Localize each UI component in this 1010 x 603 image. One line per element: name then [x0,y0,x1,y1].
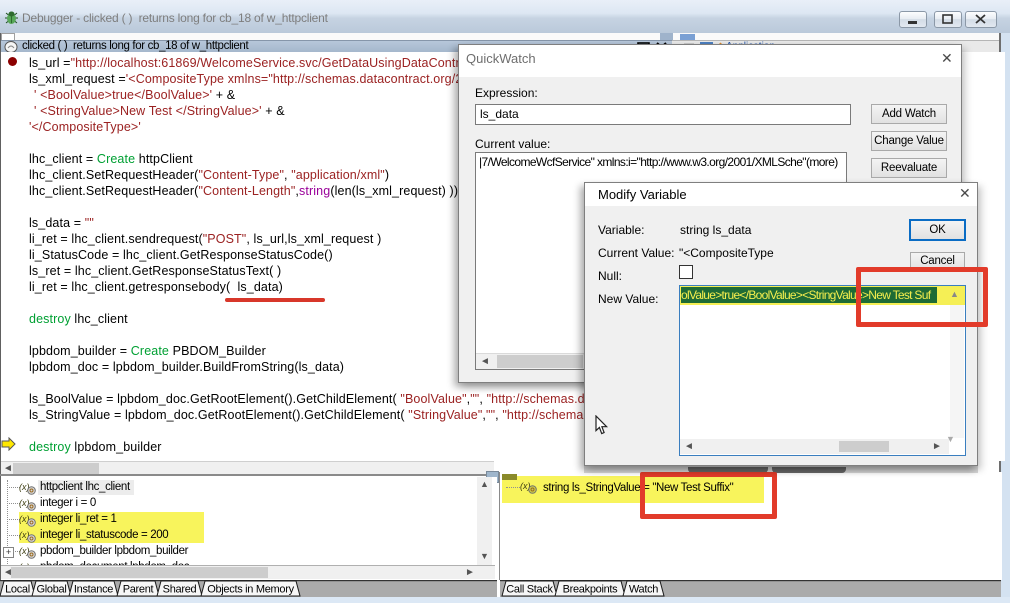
svg-text:Watch: Watch [629,584,658,596]
svg-text:Instance: Instance [74,584,113,596]
svg-text:Parent: Parent [123,584,154,596]
svg-text:Local: Local [5,584,30,596]
svg-text:Breakpoints: Breakpoints [563,584,619,596]
svg-text:Objects in Memory: Objects in Memory [207,584,294,596]
svg-text:Global: Global [37,584,67,596]
svg-text:Shared: Shared [163,584,197,596]
svg-text:Call Stack: Call Stack [506,584,553,596]
